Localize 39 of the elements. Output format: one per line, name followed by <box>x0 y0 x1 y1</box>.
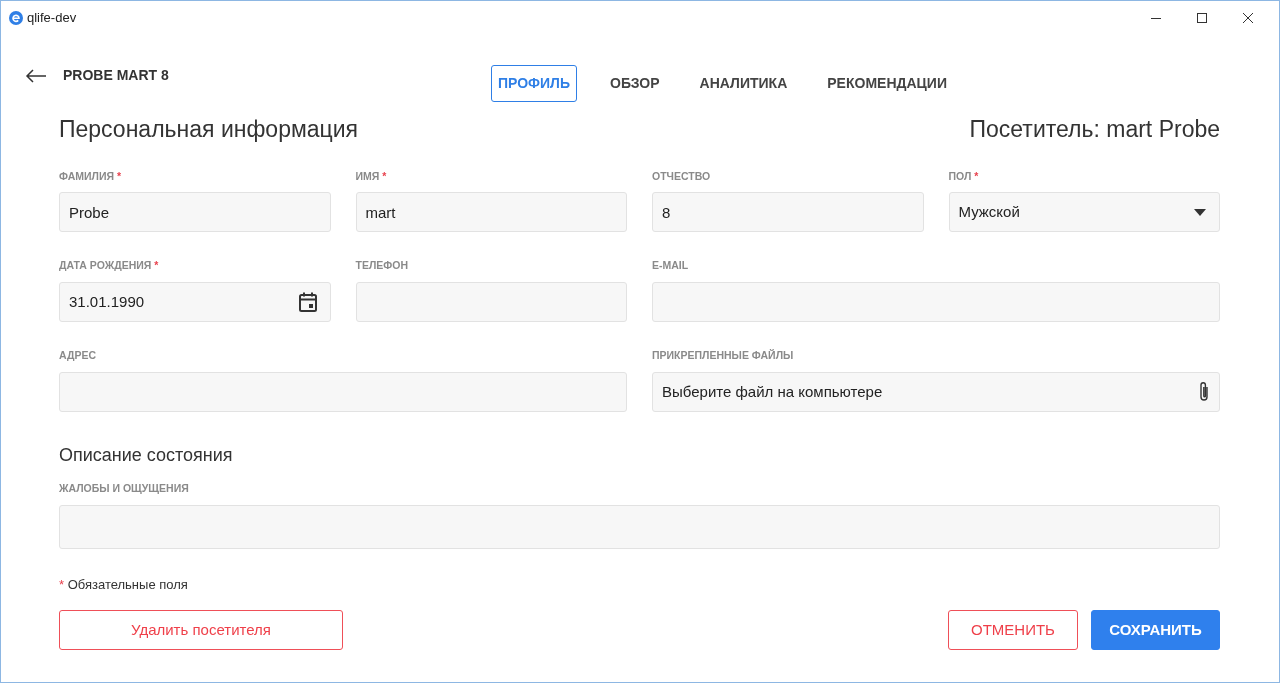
date-field[interactable]: 31.01.1990 <box>59 282 331 322</box>
dropdown-caret-icon <box>1194 208 1206 216</box>
field-label: ДАТА РОЖДЕНИЯ * <box>59 258 160 274</box>
maximize-icon[interactable] <box>1197 12 1207 23</box>
section-heading: Описание состояния <box>59 443 233 467</box>
field-label: ПРИКРЕПЛЕННЫЕ ФАЙЛЫ <box>652 348 795 363</box>
close-icon[interactable] <box>1243 12 1253 23</box>
visitor-heading: Посетитель: mart Probe <box>969 115 1220 144</box>
text-field[interactable]: 8 <box>652 192 924 233</box>
field-label: ЖАЛОБЫ И ОЩУЩЕНИЯ <box>59 480 190 496</box>
text-field[interactable]: Probe <box>59 192 331 233</box>
field-label: АДРЕС <box>59 348 98 363</box>
app-logo-icon <box>9 10 23 25</box>
text-field[interactable] <box>355 282 627 322</box>
delete-button[interactable]: Удалить посетителя <box>59 610 343 650</box>
text-field[interactable] <box>652 282 1220 322</box>
text-field[interactable] <box>59 371 627 412</box>
field-label: ФАМИЛИЯ * <box>59 168 123 184</box>
field-label: ОТЧЕСТВО <box>652 168 712 184</box>
window-title: qlife-dev <box>27 8 77 27</box>
back-button[interactable] <box>25 68 47 83</box>
calendar-icon[interactable] <box>298 292 317 312</box>
field-label: ТЕЛЕФОН <box>355 258 409 274</box>
tab[interactable]: ПРОФИЛЬ <box>491 65 577 102</box>
field-label: E-MAIL <box>652 258 690 274</box>
text-field[interactable]: mart <box>355 192 627 233</box>
section-heading: Персональная информация <box>59 115 359 144</box>
field-label: ИМЯ * <box>355 168 388 184</box>
tab[interactable]: РЕКОМЕНДАЦИИ <box>820 65 954 102</box>
page-title: PROBE MART 8 <box>63 66 169 85</box>
cancel-button[interactable]: ОТМЕНИТЬ <box>948 610 1078 650</box>
tab[interactable]: ОБЗОР <box>603 65 667 102</box>
save-button[interactable]: СОХРАНИТЬ <box>1091 610 1220 650</box>
file-picker[interactable]: Выберите файл на компьютере <box>652 371 1220 412</box>
paperclip-icon[interactable] <box>1198 380 1210 403</box>
tab[interactable]: АНАЛИТИКА <box>692 65 795 102</box>
required-fields-note: * Обязательные поля <box>59 575 189 594</box>
field-label: ПОЛ * <box>948 168 980 184</box>
select-dropdown[interactable]: Мужской <box>948 192 1220 233</box>
